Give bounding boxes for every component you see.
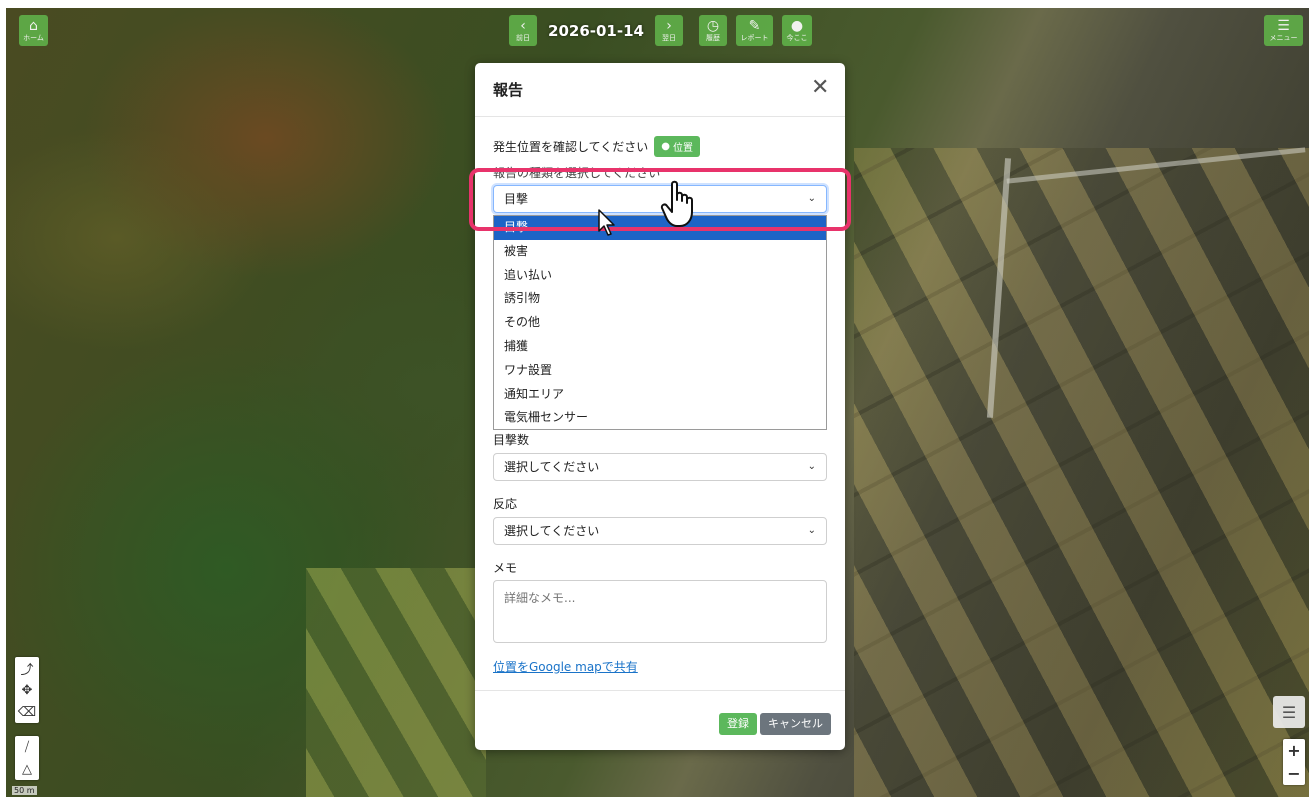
arrow-cursor-icon	[598, 209, 615, 236]
dropdown-option[interactable]: 通知エリア	[494, 383, 826, 407]
clock-icon: ◷	[706, 18, 720, 34]
edit-icon: ✎	[748, 18, 761, 34]
dropdown-option[interactable]: その他	[494, 311, 826, 335]
reaction-label: 反応	[493, 497, 518, 511]
report-type-value: 目撃	[504, 192, 529, 206]
history-label: 履歴	[706, 34, 720, 42]
zoom-out-button[interactable]: −	[1283, 762, 1305, 785]
move-icon[interactable]: ✥	[15, 679, 39, 701]
dropdown-option[interactable]: 誘引物	[494, 287, 826, 311]
sighting-count-value: 選択してください	[504, 460, 600, 474]
report-type-label: 報告の種類を選択してください	[493, 166, 661, 180]
modal-header: 報告 ✕	[475, 63, 845, 117]
eraser-icon[interactable]: ⌫	[15, 701, 39, 723]
current-location-button[interactable]: ● 今ここ	[782, 15, 812, 46]
reaction-value: 選択してください	[504, 524, 600, 538]
location-button[interactable]: ● 位置	[654, 135, 701, 157]
sighting-count-label: 目撃数	[493, 433, 530, 447]
location-pin-icon: ●	[790, 18, 804, 34]
chevron-down-icon: ⌄	[807, 525, 816, 536]
sighting-count-select[interactable]: 選択してください ⌄	[493, 453, 827, 481]
map-fields	[306, 568, 486, 797]
draw-tools: ⧸ △	[15, 736, 39, 780]
home-button[interactable]: ⌂ ホーム	[19, 15, 48, 46]
draw-marker-icon[interactable]: ⤴	[15, 657, 39, 679]
next-day-button[interactable]: › 翌日	[655, 15, 683, 46]
layers-button[interactable]: ☰	[1273, 696, 1305, 728]
location-row: 発生位置を確認してください ● 位置	[493, 135, 701, 157]
map-fields	[854, 148, 1309, 797]
dropdown-option[interactable]: 被害	[494, 240, 826, 264]
draw-line-icon[interactable]: ⧸	[15, 736, 39, 758]
modal-title: 報告	[493, 81, 524, 99]
chevron-left-icon: ‹	[520, 18, 526, 34]
chevron-right-icon: ›	[666, 18, 672, 34]
edit-tools: ⤴ ✥ ⌫	[15, 657, 39, 723]
hamburger-icon: ☰	[1277, 18, 1290, 34]
report-type-dropdown: 目撃 被害 追い払い 誘引物 その他 捕獲 ワナ設置 通知エリア 電気柵センサー	[493, 215, 827, 430]
report-modal: 報告 ✕ 発生位置を確認してください ● 位置 報告の種類を選択してください 目…	[475, 63, 845, 750]
draw-polygon-icon[interactable]: △	[15, 758, 39, 780]
cancel-button[interactable]: キャンセル	[760, 713, 831, 735]
dropdown-option[interactable]: 電気柵センサー	[494, 406, 826, 430]
chevron-down-icon: ⌄	[807, 461, 816, 472]
chevron-down-icon: ⌄	[807, 193, 816, 204]
prev-day-button[interactable]: ‹ 前日	[509, 15, 537, 46]
memo-input[interactable]	[493, 580, 827, 643]
dropdown-option[interactable]: 追い払い	[494, 264, 826, 288]
zoom-control: + −	[1283, 739, 1305, 785]
prev-day-label: 前日	[516, 34, 530, 42]
share-google-map-link[interactable]: 位置をGoogle mapで共有	[493, 658, 638, 675]
layers-icon: ☰	[1281, 702, 1297, 722]
dropdown-option[interactable]: 捕獲	[494, 335, 826, 359]
zoom-in-button[interactable]: +	[1283, 739, 1305, 762]
dropdown-option[interactable]: ワナ設置	[494, 359, 826, 383]
current-date: 2026-01-14	[548, 22, 644, 40]
current-location-label: 今ここ	[786, 34, 808, 42]
reaction-select[interactable]: 選択してください ⌄	[493, 517, 827, 545]
report-button[interactable]: ✎ レポート	[736, 15, 773, 46]
location-button-label: 位置	[673, 142, 694, 154]
menu-label: メニュー	[1269, 34, 1298, 42]
memo-label: メモ	[493, 561, 518, 575]
report-label: レポート	[740, 34, 769, 42]
next-day-label: 翌日	[662, 34, 676, 42]
location-prompt: 発生位置を確認してください	[493, 139, 649, 154]
location-pin-icon: ●	[661, 140, 671, 152]
map-scale: 50 m	[12, 786, 37, 795]
home-label: ホーム	[23, 34, 44, 42]
modal-footer: 登録 キャンセル	[475, 690, 845, 750]
close-icon[interactable]: ✕	[811, 77, 829, 99]
submit-button[interactable]: 登録	[719, 713, 757, 735]
menu-button[interactable]: ☰ メニュー	[1264, 15, 1303, 46]
history-button[interactable]: ◷ 履歴	[699, 15, 727, 46]
home-icon: ⌂	[29, 18, 38, 34]
hand-pointer-icon	[660, 180, 693, 227]
